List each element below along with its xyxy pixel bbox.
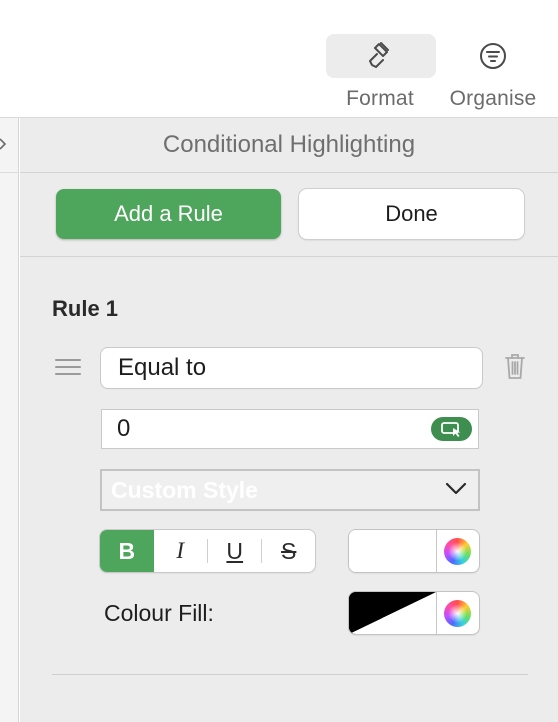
condition-select[interactable]: Equal to (101, 348, 482, 388)
sidebar-strip (0, 118, 19, 722)
paintbrush-icon (369, 42, 389, 68)
rule-value-input[interactable]: 0 (101, 409, 479, 449)
fill-colour-swatch[interactable] (349, 592, 437, 634)
underline-button[interactable]: U (208, 530, 262, 572)
bold-button[interactable]: B (100, 530, 154, 572)
cell-select-icon (440, 422, 460, 437)
strikethrough-button[interactable]: S (262, 530, 315, 572)
collapse-arrow-icon[interactable] (0, 138, 6, 150)
toolbar: Format Organise (0, 0, 558, 118)
conditional-highlighting-panel: Conditional Highlighting Add a Rule Done… (20, 118, 558, 722)
colour-wheel-icon[interactable] (444, 600, 471, 627)
rule-title: Rule 1 (52, 296, 119, 321)
organise-label: Organise (449, 87, 537, 110)
format-label: Format (346, 87, 414, 110)
fill-colour-well[interactable] (349, 592, 479, 634)
trash-icon[interactable] (503, 352, 527, 380)
style-select[interactable]: Custom Style (100, 469, 480, 511)
done-button[interactable]: Done (299, 189, 524, 239)
text-colour-well[interactable] (349, 530, 479, 572)
add-rule-button[interactable]: Add a Rule (56, 189, 281, 239)
organise-toolbar-button[interactable] (438, 34, 548, 78)
divider (52, 674, 528, 675)
italic-button[interactable]: I (154, 530, 208, 572)
cell-reference-button[interactable] (431, 417, 472, 441)
text-format-group: B I U S (100, 530, 315, 572)
style-select-value: Custom Style (111, 476, 258, 503)
colour-fill-label: Colour Fill: (104, 600, 214, 626)
format-toolbar-button[interactable] (326, 34, 436, 78)
drag-handle-icon[interactable] (55, 359, 81, 377)
panel-title: Conditional Highlighting (20, 118, 558, 173)
text-colour-swatch[interactable] (349, 530, 437, 572)
actions-row: Add a Rule Done (20, 173, 558, 257)
colour-wheel-icon[interactable] (444, 538, 471, 565)
filter-icon (480, 43, 506, 69)
chevron-down-icon (445, 482, 467, 495)
